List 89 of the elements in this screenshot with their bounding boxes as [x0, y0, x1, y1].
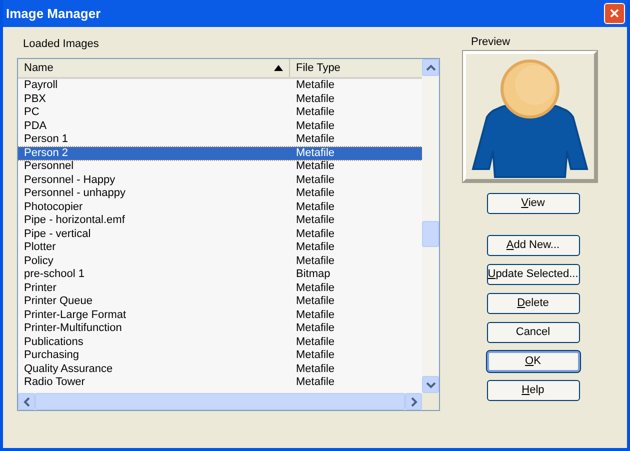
file-type-cell-text: Metafile: [295, 120, 336, 133]
dialog-button[interactable]: Update Selected...: [486, 264, 580, 285]
name-cell-text: Printer: [23, 282, 58, 295]
name-cell-text: PBX: [23, 92, 48, 106]
scroll-down-button[interactable]: [422, 376, 439, 393]
dialog-button[interactable]: Cancel: [486, 322, 580, 343]
file-type-cell-text: Metafile: [295, 241, 336, 254]
name-cell-text: pre-school 1: [23, 268, 86, 282]
file-type-cell-text: Metafile: [295, 92, 336, 106]
list-row[interactable]: Purchasing Metafile: [18, 349, 422, 362]
name-cell-text: Printer Queue: [23, 295, 94, 308]
column-header[interactable]: Name: [18, 59, 290, 77]
file-type-cell-text: Metafile: [295, 349, 336, 362]
scroll-left-button[interactable]: [18, 393, 35, 410]
name-cell-text: Policy: [23, 254, 54, 268]
list-row[interactable]: Quality Assurance Metafile: [18, 362, 422, 376]
close-button[interactable]: ✕: [604, 3, 625, 24]
list-row[interactable]: Pipe - vertical Metafile: [18, 228, 422, 241]
file-type-cell-text: Metafile: [295, 254, 336, 268]
list-row[interactable]: Policy Metafile: [18, 254, 422, 268]
list-row[interactable]: Payroll Metafile: [18, 79, 422, 92]
file-type-cell-text: Metafile: [295, 282, 336, 295]
name-cell-text: PDA: [23, 120, 48, 133]
list-row[interactable]: Personnel - unhappy Metafile: [18, 187, 422, 200]
file-type-cell-text: Metafile: [295, 133, 336, 146]
file-type-cell-text: Metafile: [295, 174, 336, 187]
name-cell-text: Purchasing: [23, 349, 80, 362]
list-row[interactable]: Printer-Large Format Metafile: [18, 308, 422, 322]
file-type-cell-text: Metafile: [295, 79, 336, 92]
dialog-button[interactable]: Add New...: [486, 235, 580, 256]
list-row[interactable]: Personnel - Happy Metafile: [18, 174, 422, 187]
file-type-cell-text: Bitmap: [295, 268, 332, 282]
name-cell-text: Personnel - Happy: [23, 174, 116, 187]
list-row[interactable]: Publications Metafile: [18, 336, 422, 349]
file-type-cell-text: Metafile: [295, 200, 336, 214]
file-type-cell-text: Metafile: [295, 214, 336, 228]
list-row[interactable]: Personnel Metafile: [18, 160, 422, 174]
file-type-cell-text: Metafile: [295, 160, 336, 174]
list-row[interactable]: Printer Metafile: [18, 282, 422, 295]
scrollbar-corner: [422, 393, 439, 410]
name-cell-text: Printer-Large Format: [23, 308, 128, 322]
name-cell-text: Person 2: [23, 146, 70, 160]
file-type-cell-text: Metafile: [295, 146, 336, 160]
list-label: Loaded Images: [23, 37, 100, 51]
list-row[interactable]: Plotter Metafile: [18, 241, 422, 254]
scroll-right-button[interactable]: [405, 393, 422, 410]
list-row[interactable]: Person 1 Metafile: [18, 133, 422, 146]
file-type-cell-text: Metafile: [295, 336, 336, 349]
dialog-button[interactable]: Help: [486, 380, 580, 401]
dialog-button[interactable]: View: [486, 193, 580, 214]
scrollbar-thumb[interactable]: [422, 221, 439, 247]
file-type-cell-text: Metafile: [295, 106, 336, 120]
file-type-cell-text: Metafile: [295, 295, 336, 308]
list-row[interactable]: Printer Queue Metafile: [18, 295, 422, 308]
dialog-button[interactable]: OK: [486, 351, 580, 372]
preview-label: Preview: [471, 35, 512, 49]
column-header[interactable]: File Type: [290, 59, 422, 77]
list-row[interactable]: PC Metafile: [18, 106, 422, 120]
list-row[interactable]: PBX Metafile: [18, 92, 422, 106]
name-cell-text: Quality Assurance: [23, 362, 114, 376]
scroll-up-button[interactable]: [422, 59, 439, 76]
file-type-cell-text: Metafile: [295, 362, 336, 376]
list-row[interactable]: Pipe - horizontal.emf Metafile: [18, 214, 422, 228]
file-type-cell-text: Metafile: [295, 228, 336, 241]
name-cell-text: Payroll: [23, 79, 59, 92]
name-cell-text: Photocopier: [23, 200, 84, 214]
name-cell-text: Publications: [23, 336, 84, 349]
list-row[interactable]: pre-school 1 Bitmap: [18, 268, 422, 282]
name-cell-text: Radio Tower: [23, 376, 86, 390]
file-type-cell-text: Metafile: [295, 322, 336, 336]
name-cell-text: Personnel - unhappy: [23, 187, 127, 200]
name-cell-text: PC: [23, 106, 40, 120]
name-cell-text: Printer-Multifunction: [23, 322, 123, 336]
name-cell-text: Plotter: [23, 241, 57, 254]
file-type-cell-text: Metafile: [295, 376, 336, 390]
list-row[interactable]: Printer-Multifunction Metafile: [18, 322, 422, 336]
list-row[interactable]: Photocopier Metafile: [18, 200, 422, 214]
list-row[interactable]: Person 2 Metafile: [18, 146, 422, 160]
name-cell-text: Pipe - horizontal.emf: [23, 214, 126, 228]
window-title: Image Manager: [6, 4, 101, 23]
vertical-scrollbar[interactable]: [422, 59, 439, 393]
file-type-cell-text: Metafile: [295, 308, 336, 322]
file-type-cell-text: Metafile: [295, 187, 336, 200]
name-cell-text: Person 1: [23, 133, 70, 146]
dialog-button[interactable]: Delete: [486, 293, 580, 314]
list-row[interactable]: PDA Metafile: [18, 120, 422, 133]
name-cell-text: Pipe - vertical: [23, 228, 92, 241]
name-cell-text: Personnel: [23, 160, 75, 174]
list-row[interactable]: Radio Tower Metafile: [18, 376, 422, 390]
